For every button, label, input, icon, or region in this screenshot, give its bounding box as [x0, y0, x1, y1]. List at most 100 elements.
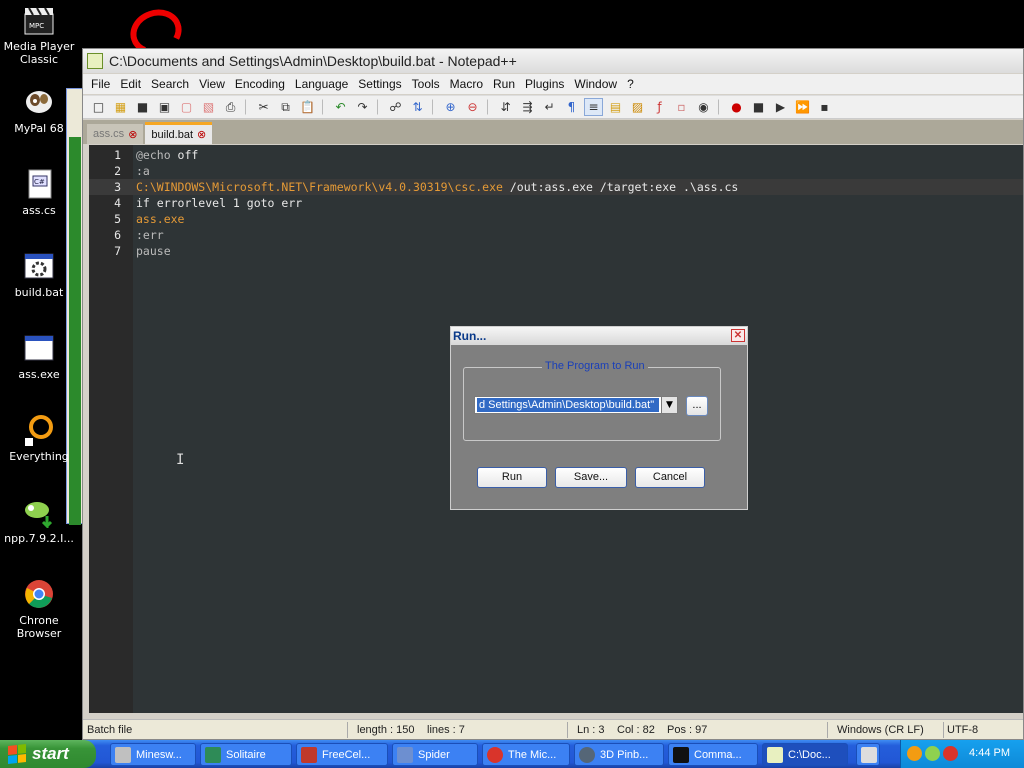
everything-tray-icon[interactable] [907, 746, 922, 761]
close-icon[interactable]: ⊗ [197, 128, 206, 141]
desktop-icon-npp-installer[interactable]: npp.7.9.2.I... [0, 496, 78, 545]
cancel-button[interactable]: Cancel [635, 467, 705, 488]
zoom-in-icon[interactable]: ⊕ [441, 98, 460, 116]
taskbar-item-3d-pinball[interactable]: 3D Pinb... [574, 743, 664, 766]
security-tray-icon[interactable] [925, 746, 940, 761]
user-language-icon[interactable]: ▤ [606, 98, 625, 116]
menu-help[interactable]: ? [623, 77, 640, 91]
close-file-icon[interactable]: ▢ [177, 98, 196, 116]
notepadpp-icon [87, 53, 103, 69]
taskbar-item-command-prompt[interactable]: Comma... [668, 743, 758, 766]
menu-macro[interactable]: Macro [446, 77, 489, 91]
shield-tray-icon[interactable] [943, 746, 958, 761]
desktop-icon-ass-exe[interactable]: ass.exe [0, 332, 78, 381]
open-folder-icon[interactable]: ▦ [111, 98, 130, 116]
paste-icon[interactable]: 📋 [298, 98, 317, 116]
taskbar-item-solitaire[interactable]: Solitaire [200, 743, 292, 766]
run-button[interactable]: Run [477, 467, 547, 488]
close-all-icon[interactable]: ▧ [199, 98, 218, 116]
status-col: Col : 82 [617, 724, 655, 736]
sync-horizontal-icon[interactable]: ⇶ [518, 98, 537, 116]
status-pos: Pos : 97 [667, 724, 708, 736]
desktop-icon-everything[interactable]: Everything [0, 414, 78, 463]
code-line: 1 @echo off [114, 148, 199, 162]
exe-window-icon [23, 332, 55, 364]
taskbar-item-minesweeper[interactable]: Minesw... [110, 743, 196, 766]
taskbar-item-the-mic[interactable]: The Mic... [482, 743, 570, 766]
close-icon[interactable]: ✕ [731, 329, 745, 342]
monitoring-icon[interactable]: ◉ [694, 98, 713, 116]
menu-search[interactable]: Search [147, 77, 195, 91]
stop-macro-icon[interactable]: ■ [749, 98, 768, 116]
tab-label: build.bat [151, 128, 193, 141]
status-encoding[interactable]: UTF-8 [947, 724, 978, 736]
menu-window[interactable]: Window [570, 77, 623, 91]
function-list-icon[interactable]: ƒ [650, 98, 669, 116]
menu-file[interactable]: File [87, 77, 116, 91]
status-eol[interactable]: Windows (CR LF) [837, 724, 924, 736]
save-button[interactable]: Save... [555, 467, 627, 488]
freecell-icon [301, 746, 317, 763]
desktop-icon-ass-cs[interactable]: C# ass.cs [0, 168, 78, 217]
copy-icon[interactable]: ⧉ [276, 98, 295, 116]
menu-language[interactable]: Language [291, 77, 354, 91]
taskbar-item-keyboard[interactable] [856, 743, 880, 766]
clock[interactable]: 4:44 PM [969, 747, 1010, 759]
sync-vertical-icon[interactable]: ⇵ [496, 98, 515, 116]
menu-view[interactable]: View [195, 77, 231, 91]
batch-file-icon [23, 250, 55, 282]
show-all-chars-icon[interactable]: ¶ [562, 98, 581, 116]
menu-tools[interactable]: Tools [408, 77, 446, 91]
menu-run[interactable]: Run [489, 77, 521, 91]
browse-button[interactable]: ... [686, 396, 708, 416]
code-line: 2 :a [114, 164, 150, 178]
play-macro-icon[interactable]: ▶ [771, 98, 790, 116]
program-path-combo[interactable]: d Settings\Admin\Desktop\build.bat" ▼ [474, 396, 678, 414]
taskbar-item-spider[interactable]: Spider [392, 743, 478, 766]
desktop-icon-build-bat[interactable]: build.bat [0, 250, 78, 299]
doc-map-icon[interactable]: ▨ [628, 98, 647, 116]
svg-text:MPC: MPC [29, 22, 44, 30]
record-macro-icon[interactable]: ● [727, 98, 746, 116]
menu-edit[interactable]: Edit [116, 77, 147, 91]
program-path-input[interactable]: d Settings\Admin\Desktop\build.bat" [474, 396, 662, 414]
print-icon[interactable]: ⎙ [221, 98, 240, 116]
folder-workspace-icon[interactable]: ▫ [672, 98, 691, 116]
desktop-icon-media-player-classic[interactable]: MPC Media Player Classic [0, 4, 78, 66]
indent-guide-icon[interactable]: ≡ [584, 98, 603, 116]
status-filetype: Batch file [87, 724, 133, 736]
dialog-title: Run... [453, 329, 487, 343]
title-bar[interactable]: C:\Documents and Settings\Admin\Desktop\… [83, 49, 1023, 73]
group-label: The Program to Run [542, 360, 648, 372]
run-dialog[interactable]: Run... ✕ The Program to Run d Settings\A… [450, 326, 748, 510]
word-wrap-icon[interactable]: ↵ [540, 98, 559, 116]
zoom-out-icon[interactable]: ⊖ [463, 98, 482, 116]
start-button[interactable]: start [0, 740, 96, 768]
save-all-icon[interactable]: ▣ [155, 98, 174, 116]
svg-text:C#: C# [34, 178, 45, 186]
menu-settings[interactable]: Settings [354, 77, 407, 91]
cut-icon[interactable]: ✂ [254, 98, 273, 116]
taskbar-item-freecell[interactable]: FreeCel... [296, 743, 388, 766]
save-icon[interactable]: ■ [133, 98, 152, 116]
close-icon[interactable]: ⊗ [128, 128, 137, 141]
taskbar: start Minesw... Solitaire FreeCel... Spi… [0, 740, 1024, 768]
menu-encoding[interactable]: Encoding [231, 77, 291, 91]
tab-ass-cs[interactable]: ass.cs ⊗ [87, 124, 144, 144]
desktop-icon-chrome[interactable]: Chrone Browser [0, 578, 78, 640]
redo-icon[interactable]: ↷ [353, 98, 372, 116]
chevron-down-icon[interactable]: ▼ [662, 396, 678, 414]
save-macro-icon[interactable]: ▪ [815, 98, 834, 116]
replace-icon[interactable]: ⇅ [408, 98, 427, 116]
system-tray: 4:44 PM [900, 740, 1024, 768]
run-macro-multiple-icon[interactable]: ⏩ [793, 98, 812, 116]
dialog-title-bar[interactable]: Run... ✕ [451, 327, 747, 345]
new-file-icon[interactable]: □ [89, 98, 108, 116]
tab-build-bat[interactable]: build.bat ⊗ [145, 122, 213, 144]
find-icon[interactable]: ☍ [386, 98, 405, 116]
code-line: 5 ass.exe [114, 212, 185, 226]
desktop-icon-mypal[interactable]: MyPal 68 [0, 86, 78, 135]
undo-icon[interactable]: ↶ [331, 98, 350, 116]
menu-plugins[interactable]: Plugins [521, 77, 570, 91]
taskbar-item-notepadpp[interactable]: C:\Doc... [762, 743, 848, 766]
